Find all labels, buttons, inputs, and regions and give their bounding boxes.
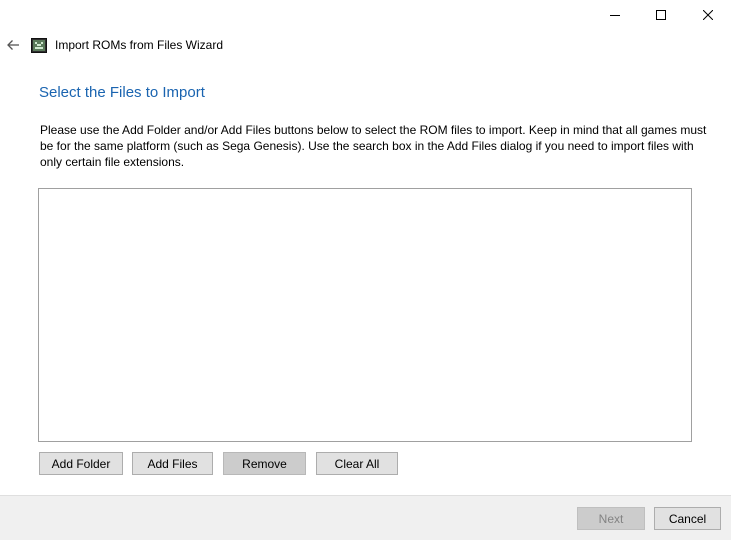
page-description: Please use the Add Folder and/or Add Fil… bbox=[40, 123, 707, 169]
cancel-button[interactable]: Cancel bbox=[654, 507, 721, 530]
close-button[interactable] bbox=[685, 0, 731, 30]
wizard-title: Import ROMs from Files Wizard bbox=[55, 38, 224, 52]
emulator-app-icon bbox=[31, 38, 47, 53]
back-button[interactable] bbox=[3, 34, 23, 56]
maximize-icon bbox=[656, 10, 666, 20]
arrow-left-icon bbox=[7, 40, 19, 50]
close-icon bbox=[703, 10, 713, 20]
add-folder-button[interactable]: Add Folder bbox=[39, 452, 123, 475]
maximize-button[interactable] bbox=[638, 0, 684, 30]
page-heading: Select the Files to Import bbox=[39, 84, 205, 101]
minimize-button[interactable] bbox=[592, 0, 638, 30]
minimize-icon bbox=[610, 15, 620, 16]
next-button[interactable]: Next bbox=[577, 507, 645, 530]
clear-all-button[interactable]: Clear All bbox=[316, 452, 398, 475]
file-list[interactable] bbox=[38, 188, 692, 442]
add-files-button[interactable]: Add Files bbox=[132, 452, 213, 475]
remove-button[interactable]: Remove bbox=[223, 452, 306, 475]
